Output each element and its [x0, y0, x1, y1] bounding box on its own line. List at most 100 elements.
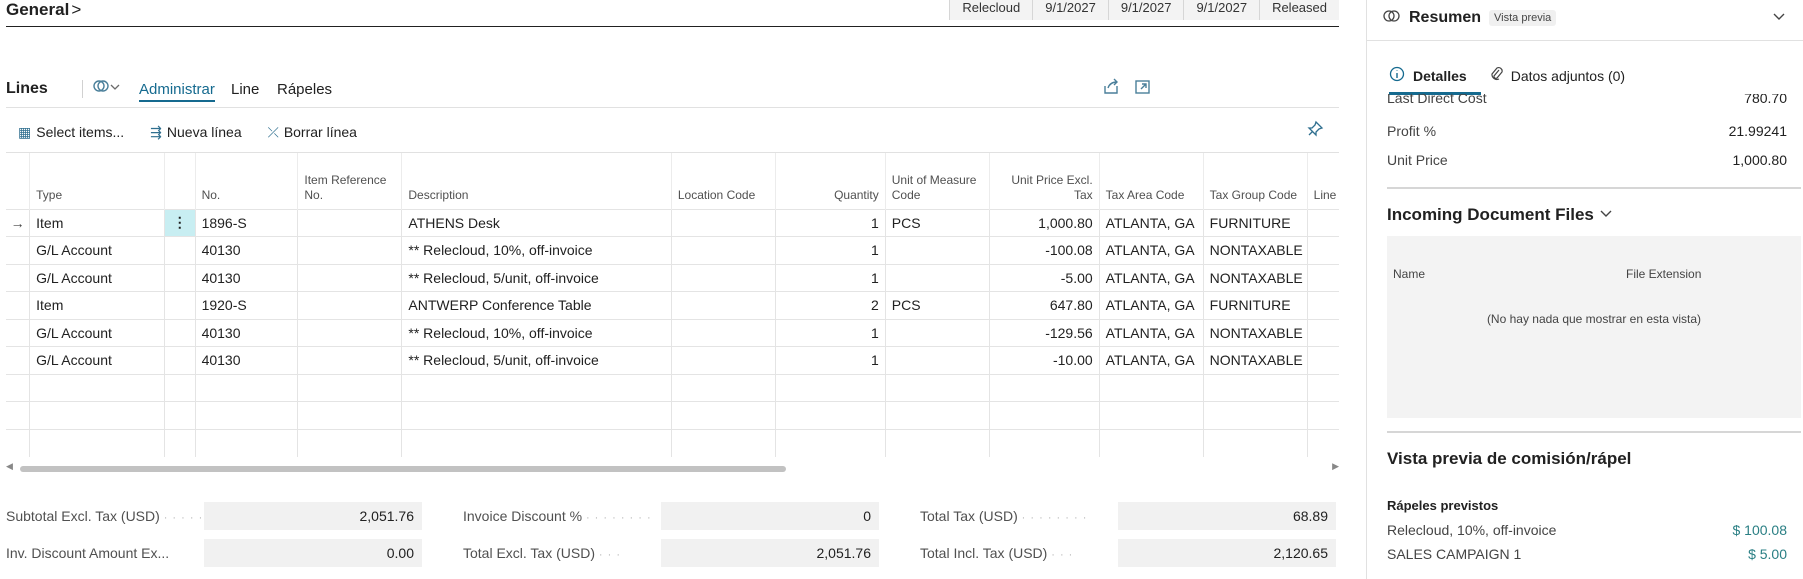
empty-row[interactable]	[6, 373, 1339, 402]
general-section-header[interactable]: General >	[6, 0, 81, 20]
column-header-unit-price[interactable]: Unit Price Excl. Tax	[989, 153, 1100, 209]
table-row[interactable]: G/L Account 40130 ** Relecloud, 5/unit, …	[6, 346, 1339, 374]
cell-type[interactable]: G/L Account	[29, 346, 165, 374]
total-value[interactable]: 0	[661, 502, 879, 530]
cell-no[interactable]: 1896-S	[195, 208, 299, 237]
rebate-value[interactable]: $ 5.00	[1748, 546, 1787, 562]
tab-rapeles[interactable]: Rápeles	[277, 81, 332, 98]
row-selector[interactable]	[6, 236, 31, 264]
cell-description[interactable]: ANTWERP Conference Table	[401, 291, 672, 319]
column-header-name[interactable]: Name	[1393, 267, 1425, 281]
tab-administrar[interactable]: Administrar	[139, 81, 215, 102]
cell-quantity[interactable]: 1	[775, 318, 886, 347]
cell-item-reference[interactable]	[297, 291, 403, 319]
cell-tax-group[interactable]: FURNITURE	[1203, 208, 1308, 237]
row-menu-cell[interactable]	[164, 236, 196, 264]
column-header-file-extension[interactable]: File Extension	[1626, 267, 1701, 281]
cell-uom[interactable]: PCS	[885, 208, 990, 237]
cell-line-discount[interactable]	[1307, 291, 1339, 319]
select-items-button[interactable]: ▦ Select items...	[18, 124, 124, 141]
cell-quantity[interactable]: 2	[775, 291, 886, 319]
cell-item-reference[interactable]	[297, 208, 403, 237]
cell-description[interactable]: ATHENS Desk	[401, 208, 672, 237]
column-header-type[interactable]: Type	[29, 153, 165, 209]
expand-icon[interactable]	[1134, 78, 1152, 101]
cell-line-discount[interactable]	[1307, 318, 1339, 347]
empty-row[interactable]	[6, 428, 1339, 457]
cell-location[interactable]	[671, 236, 776, 264]
cell-type[interactable]: Item	[29, 291, 165, 319]
row-selector[interactable]	[6, 263, 31, 292]
cell-type[interactable]: G/L Account	[29, 318, 165, 347]
cell-tax-area[interactable]: ATLANTA, GA	[1099, 291, 1204, 319]
detail-value[interactable]: 780.70	[1744, 94, 1787, 108]
tab-line[interactable]: Line	[231, 81, 259, 98]
cell-tax-group[interactable]: NONTAXABLE	[1203, 318, 1308, 347]
cell-tax-area[interactable]: ATLANTA, GA	[1099, 236, 1204, 264]
cell-tax-group[interactable]: NONTAXABLE	[1203, 346, 1308, 374]
cell-location[interactable]	[671, 291, 776, 319]
row-menu-cell[interactable]	[164, 263, 196, 292]
incoming-docs-header[interactable]: Incoming Document Files	[1387, 205, 1613, 225]
delete-line-button[interactable]: ⤫ Borrar línea	[268, 124, 357, 141]
cell-no[interactable]: 40130	[195, 318, 299, 347]
new-line-button[interactable]: ⇶ Nueva línea	[150, 124, 241, 141]
cell-line-discount[interactable]	[1307, 346, 1339, 374]
pin-icon[interactable]	[1306, 120, 1324, 142]
cell-quantity[interactable]: 1	[775, 236, 886, 264]
cell-tax-area[interactable]: ATLANTA, GA	[1099, 346, 1204, 374]
cell-item-reference[interactable]	[297, 236, 403, 264]
cell-no[interactable]: 40130	[195, 236, 299, 264]
tab-detalles[interactable]: Detalles	[1389, 66, 1467, 85]
cell-line-discount[interactable]	[1307, 263, 1339, 292]
cell-item-reference[interactable]	[297, 346, 403, 374]
column-header-uom[interactable]: Unit of Measure Code	[885, 153, 990, 209]
rebate-value[interactable]: $ 100.08	[1733, 522, 1788, 538]
column-header-no[interactable]: No.	[195, 153, 299, 209]
column-header-tax-area[interactable]: Tax Area Code	[1099, 153, 1204, 209]
row-menu-icon[interactable]: ⋮	[164, 208, 196, 237]
cell-uom[interactable]	[885, 263, 990, 292]
cell-unit-price[interactable]: -10.00	[989, 346, 1100, 374]
scrollbar-thumb[interactable]	[20, 466, 786, 472]
column-header-quantity[interactable]: Quantity	[775, 153, 886, 209]
table-row[interactable]: G/L Account 40130 ** Relecloud, 5/unit, …	[6, 263, 1339, 292]
cell-location[interactable]	[671, 346, 776, 374]
cell-tax-group[interactable]: NONTAXABLE	[1203, 236, 1308, 264]
row-menu-cell[interactable]	[164, 291, 196, 319]
cell-location[interactable]	[671, 208, 776, 237]
cell-location[interactable]	[671, 318, 776, 347]
table-row[interactable]: G/L Account 40130 ** Relecloud, 10%, off…	[6, 318, 1339, 347]
cell-unit-price[interactable]: -100.08	[989, 236, 1100, 264]
row-selector[interactable]	[6, 318, 31, 347]
cell-no[interactable]: 1920-S	[195, 291, 299, 319]
row-selector[interactable]	[6, 291, 31, 319]
cell-uom[interactable]	[885, 236, 990, 264]
cell-unit-price[interactable]: 1,000.80	[989, 208, 1100, 237]
cell-tax-area[interactable]: ATLANTA, GA	[1099, 318, 1204, 347]
factbox-header[interactable]: Resumen Vista previa	[1383, 8, 1557, 27]
cell-tax-area[interactable]: ATLANTA, GA	[1099, 208, 1204, 237]
column-header-description[interactable]: Description	[401, 153, 672, 209]
chevron-down-icon[interactable]	[1771, 8, 1787, 29]
cell-description[interactable]: ** Relecloud, 5/unit, off-invoice	[401, 346, 672, 374]
table-row[interactable]: G/L Account 40130 ** Relecloud, 10%, off…	[6, 236, 1339, 264]
cell-quantity[interactable]: 1	[775, 263, 886, 292]
table-row[interactable]: → Item ⋮ 1896-S ATHENS Desk 1 PCS 1,000.…	[6, 208, 1339, 237]
cell-description[interactable]: ** Relecloud, 5/unit, off-invoice	[401, 263, 672, 292]
row-menu-cell[interactable]	[164, 346, 196, 374]
empty-row[interactable]	[6, 401, 1339, 429]
cell-type[interactable]: G/L Account	[29, 263, 165, 292]
total-value[interactable]: 0.00	[204, 539, 422, 567]
cell-no[interactable]: 40130	[195, 346, 299, 374]
cell-tax-area[interactable]: ATLANTA, GA	[1099, 263, 1204, 292]
cell-unit-price[interactable]: -5.00	[989, 263, 1100, 292]
cell-description[interactable]: ** Relecloud, 10%, off-invoice	[401, 318, 672, 347]
cell-unit-price[interactable]: 647.80	[989, 291, 1100, 319]
cell-uom[interactable]	[885, 346, 990, 374]
cell-item-reference[interactable]	[297, 263, 403, 292]
cell-quantity[interactable]: 1	[775, 208, 886, 237]
tab-datos-adjuntos[interactable]: Datos adjuntos (0)	[1489, 66, 1625, 85]
cell-type[interactable]: G/L Account	[29, 236, 165, 264]
cell-tax-group[interactable]: FURNITURE	[1203, 291, 1308, 319]
